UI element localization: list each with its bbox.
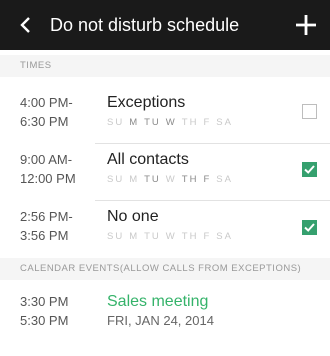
schedule-name: Exceptions bbox=[107, 94, 186, 111]
section-header-calendar-events: CALENDAR EVENTS(ALLOW CALLS FROM EXCEPTI… bbox=[0, 258, 330, 280]
schedule-days: SU M TU W TH F SA bbox=[107, 231, 233, 242]
schedule-days: SU M TU W TH F SA bbox=[107, 117, 233, 128]
checked-checkbox-icon[interactable] bbox=[302, 162, 317, 177]
schedule-row-all-contacts[interactable]: 9:00 AM- 12:00 PM All contacts SU M TU W TH F… bbox=[0, 150, 330, 200]
checked-checkbox-icon[interactable] bbox=[302, 220, 317, 235]
section-header-times: TIMES bbox=[0, 55, 330, 77]
schedule-time: 9:00 AM- 12:00 PM bbox=[20, 152, 76, 186]
schedule-name: No one bbox=[107, 208, 159, 225]
divider bbox=[95, 143, 330, 144]
schedule-checkbox[interactable] bbox=[302, 104, 317, 119]
page-title: Do not disturb schedule bbox=[50, 15, 240, 35]
schedule-row-exceptions[interactable]: 4:00 PM- 6:30 PM Exceptions SU M TU W TH F SA bbox=[0, 93, 330, 143]
back-arrow-icon[interactable] bbox=[14, 13, 38, 37]
app-bar: Do not disturb schedule bbox=[0, 0, 330, 50]
schedule-time: 4:00 PM- 6:30 PM bbox=[20, 95, 73, 129]
event-time: 3:30 PM 5:30 PM bbox=[20, 294, 69, 328]
calendar-event-row[interactable]: 3:30 PM 5:30 PM Sales meeting FRI, JAN 2… bbox=[0, 292, 330, 336]
plus-icon[interactable] bbox=[292, 11, 320, 39]
schedule-row-no-one[interactable]: 2:56 PM- 3:56 PM No one SU M TU W TH F SA bbox=[0, 207, 330, 257]
schedule-time: 2:56 PM- 3:56 PM bbox=[20, 209, 73, 243]
divider bbox=[95, 200, 330, 201]
event-date: FRI, JAN 24, 2014 bbox=[107, 313, 214, 328]
schedule-days: SU M TU W TH F SA bbox=[107, 174, 233, 185]
event-name: Sales meeting bbox=[107, 293, 209, 310]
schedule-name: All contacts bbox=[107, 151, 189, 168]
